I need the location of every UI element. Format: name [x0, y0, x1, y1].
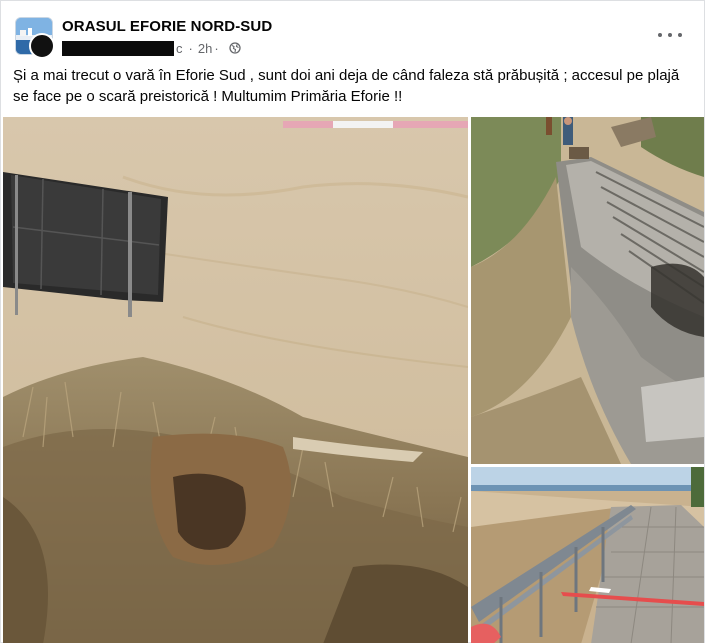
promenade-image [471, 467, 704, 643]
meta-separator-2: · [214, 40, 219, 56]
photo-stairs[interactable] [471, 117, 704, 464]
meta-separator: · [188, 40, 193, 56]
post-card: ORASUL EFORIE NORD-SUD c · 2h · Și a mai… [0, 0, 705, 643]
post-meta: c · 2h · [62, 40, 241, 56]
stairs-image [471, 117, 704, 464]
cliff-image [3, 117, 468, 643]
post-header: ORASUL EFORIE NORD-SUD c · 2h · [13, 15, 692, 59]
more-options-icon[interactable] [658, 27, 682, 43]
post-text: Și a mai trecut o vară în Eforie Sud , s… [13, 67, 680, 105]
globe-icon[interactable] [229, 42, 241, 54]
redacted-author-name [62, 40, 174, 56]
photo-grid [3, 117, 704, 643]
more-dot [658, 33, 662, 37]
page-name[interactable]: ORASUL EFORIE NORD-SUD [62, 18, 272, 35]
photo-collapsed-cliff[interactable] [3, 117, 468, 643]
post-time[interactable]: 2h [198, 41, 212, 56]
more-dot [678, 33, 682, 37]
author-suffix: c [176, 40, 183, 56]
more-dot [668, 33, 672, 37]
photo-promenade[interactable] [471, 467, 704, 643]
profile-avatar-redacted[interactable] [29, 33, 55, 59]
